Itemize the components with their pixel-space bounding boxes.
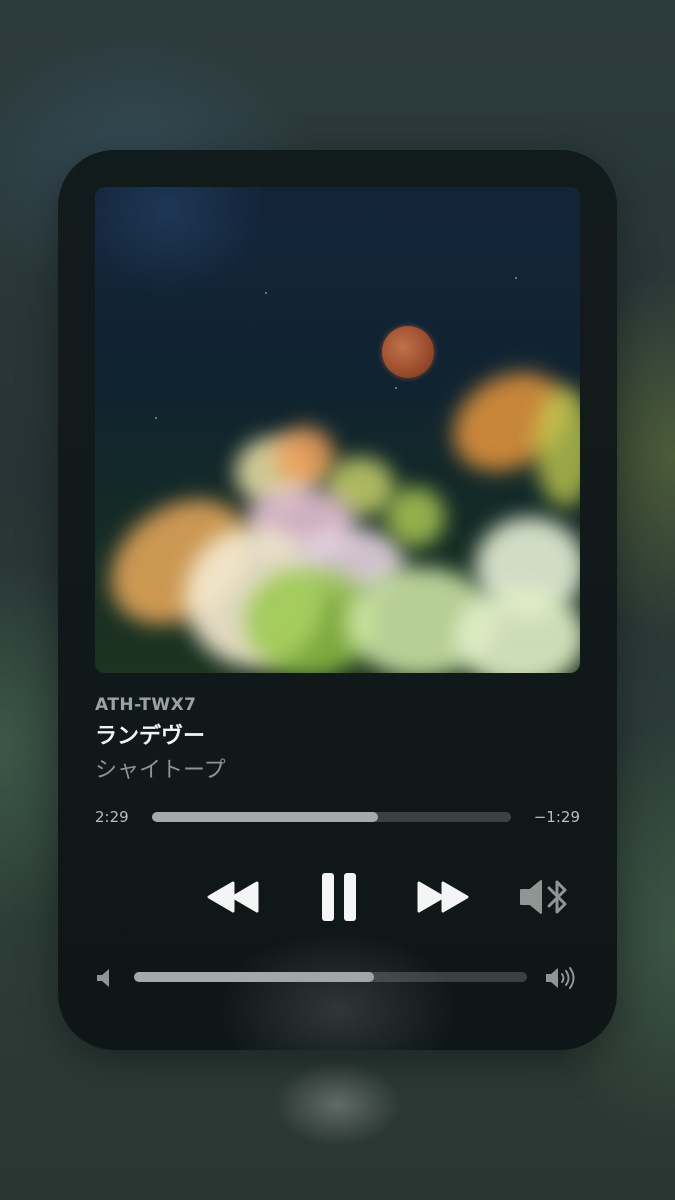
fast-forward-button[interactable] (413, 875, 473, 919)
star-dot (395, 387, 397, 389)
flower-blob (385, 487, 445, 547)
remaining-time: −1:29 (533, 808, 580, 826)
artist-name: シャイトープ (95, 758, 226, 783)
audio-output-button[interactable] (516, 874, 576, 920)
album-artwork (95, 187, 580, 673)
speaker-max-icon (544, 964, 580, 992)
bluetooth-speaker-icon (519, 877, 573, 917)
output-device-name: ATH-TWX7 (95, 695, 197, 715)
volume-slider[interactable] (134, 972, 527, 982)
song-title: ランデヴー (95, 724, 206, 749)
rewind-icon (207, 881, 259, 913)
star-dot (265, 292, 267, 294)
fast-forward-icon (417, 881, 469, 913)
now-playing-card: ATH-TWX7 ランデヴー シャイトープ 2:29 −1:29 (58, 150, 617, 1050)
star-dot (155, 417, 157, 419)
rewind-button[interactable] (203, 875, 263, 919)
playback-scrubber[interactable] (152, 812, 511, 822)
speaker-min-icon (94, 966, 114, 990)
pause-button[interactable] (314, 870, 364, 924)
elapsed-time: 2:29 (95, 808, 129, 826)
volume-level-fill (134, 972, 374, 982)
star-dot (515, 277, 517, 279)
playback-progress-fill (152, 812, 379, 822)
moon (382, 326, 434, 378)
pause-icon (321, 873, 357, 921)
